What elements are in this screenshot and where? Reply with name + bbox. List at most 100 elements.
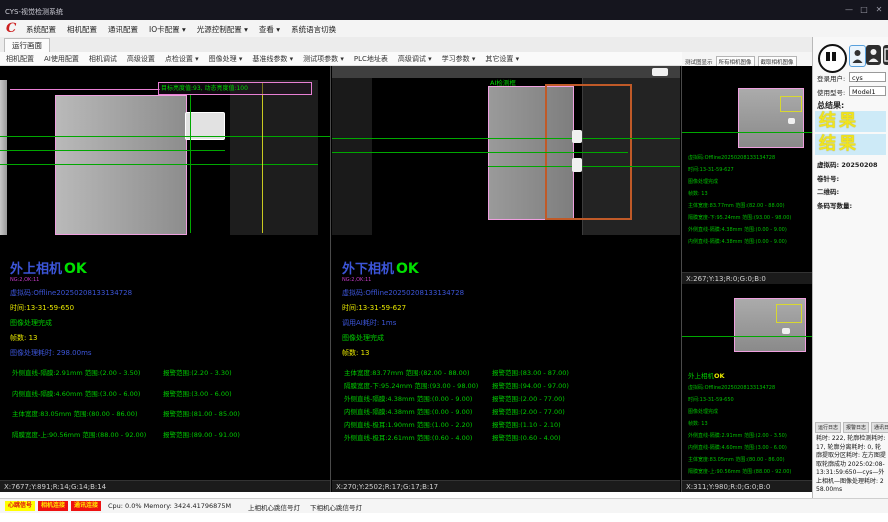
maximize-button[interactable]: □ (857, 5, 871, 14)
measurement-value: 外侧直线-隔膜:2.91mm 范围:(2.00 - 3.50) (12, 367, 140, 377)
toolbar-item[interactable]: 其它设置 ▾ (485, 54, 519, 64)
toolbar-item[interactable]: 学习参数 ▾ (442, 54, 476, 64)
mini-log-lines: 虚拟码:Offline20250208133134728时间:13-31-59-… (688, 382, 791, 478)
toolbar-item[interactable]: 图像处理 ▾ (209, 54, 243, 64)
machine-edge-strip (0, 80, 7, 235)
camera-image-left[interactable]: 目标亮度值:93, 动态亮度值:100 (0, 80, 330, 235)
toolbar-item[interactable]: 基准线参数 ▾ (252, 54, 293, 64)
menu-item[interactable]: 通讯配置 (108, 24, 138, 35)
toolbar-item[interactable]: PLC地址表 (354, 54, 388, 64)
pixel-coords-left: X:7677;Y:891;R:14;G:14;B:14 (0, 480, 330, 492)
heartbeat-badge: 心跳信号 (5, 501, 35, 511)
measurement-list: 外侧直线-隔膜:2.91mm 范围:(2.00 - 3.50) 报警范围:(2.… (10, 367, 327, 449)
bright-spot (572, 158, 582, 172)
mini-log-line: 帧数: 13 (688, 188, 791, 200)
window-title: CYS-视觉检测系统 (5, 7, 63, 17)
menu-item[interactable]: 光源控制配置 ▾ (197, 24, 248, 35)
measurement-row: 主体宽度:83.77mm 范围:(82.00 - 88.00) 报警范围:(83… (342, 367, 676, 380)
status-ok: OK (64, 261, 87, 277)
upper-camera-heartbeat: 上相机心跳信号灯 (248, 502, 300, 512)
status-bar: 心跳信号 相机连接 通讯连接 Cpu: 0.0% Memory: 3424.41… (0, 498, 888, 513)
mini-roi-yellow (776, 304, 802, 323)
measurement-value: 外侧直线-隔膜:4.38mm 范围:(0.00 - 9.00) (344, 393, 472, 403)
alarm-range: 报警范围:(81.00 - 85.00) (163, 408, 240, 418)
mini-log-line: 主体宽度:83.77mm 范围:(82.00 - 88.00) (688, 200, 791, 212)
small-view-top[interactable]: 虚拟码:Offline20250208133134728时间:13-31-59-… (682, 72, 812, 284)
measurement-value: 外侧直线-极耳:2.61mm 范围:(0.60 - 4.00) (344, 432, 472, 442)
measurement-value: 隔膜宽度-下:95.24mm 范围:(93.00 - 98.00) (344, 380, 478, 390)
menu-item[interactable]: IO卡配置 ▾ (149, 24, 186, 35)
measurement-row: 主体宽度:83.05mm 范围:(80.00 - 86.00) 报警范围:(81… (10, 408, 327, 429)
log-tab[interactable]: 报警日志 (843, 422, 869, 433)
panel-splitter[interactable] (330, 66, 331, 492)
lower-camera-heartbeat: 下相机心跳信号灯 (310, 502, 362, 512)
mini-log-line: 外侧直线-隔膜:4.38mm 范围:(0.00 - 9.00) (688, 224, 791, 236)
main-area: 目标亮度值:93, 动态亮度值:100 外上相机OK NG:2,OK:11 虚拟… (0, 66, 812, 492)
tab-run-screen[interactable]: 运行画面 (4, 38, 50, 52)
small-view-bottom[interactable]: 外上相机OK 虚拟码:Offline20250208133134728时间:13… (682, 278, 812, 492)
toolbar-item[interactable]: 测试项参数 ▾ (303, 54, 344, 64)
measure-line-green (682, 132, 812, 133)
alarm-range: 报警范围:(0.60 - 4.00) (492, 432, 561, 442)
menu-item[interactable]: 系统配置 (26, 24, 56, 35)
camera-image-middle[interactable]: AI检测框 (332, 66, 680, 235)
alarm-range: 报警范围:(3.00 - 6.00) (163, 388, 232, 398)
toolbar-item[interactable]: 点检设置 ▾ (165, 54, 199, 64)
right-views-label: 测试图显示 (685, 58, 713, 66)
barcode-line: 虚拟码:Offline20250208133134728 (10, 288, 327, 298)
measurement-row: 外侧直线-隔膜:2.91mm 范围:(2.00 - 3.50) 报警范围:(2.… (10, 367, 327, 388)
spindle-label: 卷针号: (817, 173, 839, 183)
measurement-list: 主体宽度:83.77mm 范围:(82.00 - 88.00) 报警范围:(83… (342, 367, 676, 445)
done-line: 图像处理完成 (342, 333, 676, 343)
mini-log-line: 内侧直线-隔膜:4.60mm 范围:(3.00 - 6.00) (688, 442, 791, 454)
user-manage-button[interactable] (866, 45, 881, 65)
camera-view-left[interactable]: 目标亮度值:93, 动态亮度值:100 外上相机OK NG:2,OK:11 虚拟… (0, 66, 330, 492)
done-line: 图像处理完成 (10, 318, 327, 328)
menu-item[interactable]: 系统语言切换 (291, 24, 336, 35)
mini-log-line: 主体宽度:83.05mm 范围:(80.00 - 86.00) (688, 454, 791, 466)
log-tab[interactable]: 通讯日志 (871, 422, 888, 433)
camera-overlay-middle: 外下相机OK NG:2,OK:11 虚拟码:Offline20250208133… (342, 258, 676, 445)
measurement-row: 外侧直线-极耳:2.61mm 范围:(0.60 - 4.00) 报警范围:(0.… (342, 432, 676, 445)
login-user-button[interactable] (849, 45, 866, 67)
roi-line-pink (10, 89, 160, 90)
ai-roi-label: AI检测框 (490, 77, 516, 87)
qrcode-label: 二维码: (817, 186, 839, 196)
model-value[interactable]: Model1 (849, 86, 886, 96)
status-ok: OK (396, 261, 419, 277)
time-line: 时间:13-31-59-627 (342, 303, 676, 313)
log-tab[interactable]: 运行日志 (815, 422, 841, 433)
measure-line-green (332, 152, 628, 153)
measure-line-green (0, 164, 318, 165)
machine-structure (230, 80, 318, 235)
virtual-code: 虚拟码: 20250208 (817, 159, 878, 169)
toolbar-item[interactable]: 相机调试 (89, 54, 117, 64)
app-window: CYS-视觉检测系统 — □ ✕ C 系统配置相机配置通讯配置IO卡配置 ▾光源… (0, 0, 888, 522)
login-user-label: 登录用户: (817, 73, 845, 83)
exit-button[interactable] (883, 45, 888, 65)
total-result-label: 总结果: (817, 100, 844, 111)
measurement-row: 内侧直线-隔膜:4.38mm 范围:(0.00 - 9.00) 报警范围:(2.… (342, 406, 676, 419)
measure-vline-green (190, 95, 191, 233)
menu-item[interactable]: 查看 ▾ (259, 24, 280, 35)
camera-name: 外上相机 (688, 372, 714, 380)
toolbar-item[interactable]: 相机配置 (6, 54, 34, 64)
pause-button[interactable] (818, 44, 847, 73)
camera-name: 外下相机 (342, 262, 394, 277)
toolbar-item[interactable]: 高级调试 ▾ (398, 54, 432, 64)
measurement-value: 主体宽度:83.77mm 范围:(82.00 - 88.00) (344, 367, 469, 377)
toolbar-item[interactable]: 高级设置 (127, 54, 155, 64)
close-button[interactable]: ✕ (872, 5, 886, 14)
menu-items: 系统配置相机配置通讯配置 IO卡配置 ▾ 光源控制配置 ▾ 查看 ▾ 系统语言切换 (26, 24, 336, 35)
minimize-button[interactable]: — (842, 5, 856, 14)
measurement-row: 隔膜宽度-上:90.56mm 范围:(88.00 - 92.00) 报警范围:(… (10, 429, 327, 450)
login-user-value[interactable]: cys (849, 72, 886, 82)
cell-block (55, 95, 187, 235)
alarm-range: 报警范围:(1.10 - 2.10) (492, 419, 561, 429)
menu-item[interactable]: 相机配置 (67, 24, 97, 35)
measure-line-green (488, 166, 680, 167)
alarm-range: 报警范围:(83.00 - 87.00) (492, 367, 569, 377)
toolbar-item[interactable]: AI使用配置 (44, 54, 79, 64)
camera-view-middle[interactable]: AI检测框 外下相机OK NG:2,OK:11 虚拟码:Offline20250… (332, 66, 680, 492)
frames-line: 帧数: 13 (342, 348, 676, 358)
